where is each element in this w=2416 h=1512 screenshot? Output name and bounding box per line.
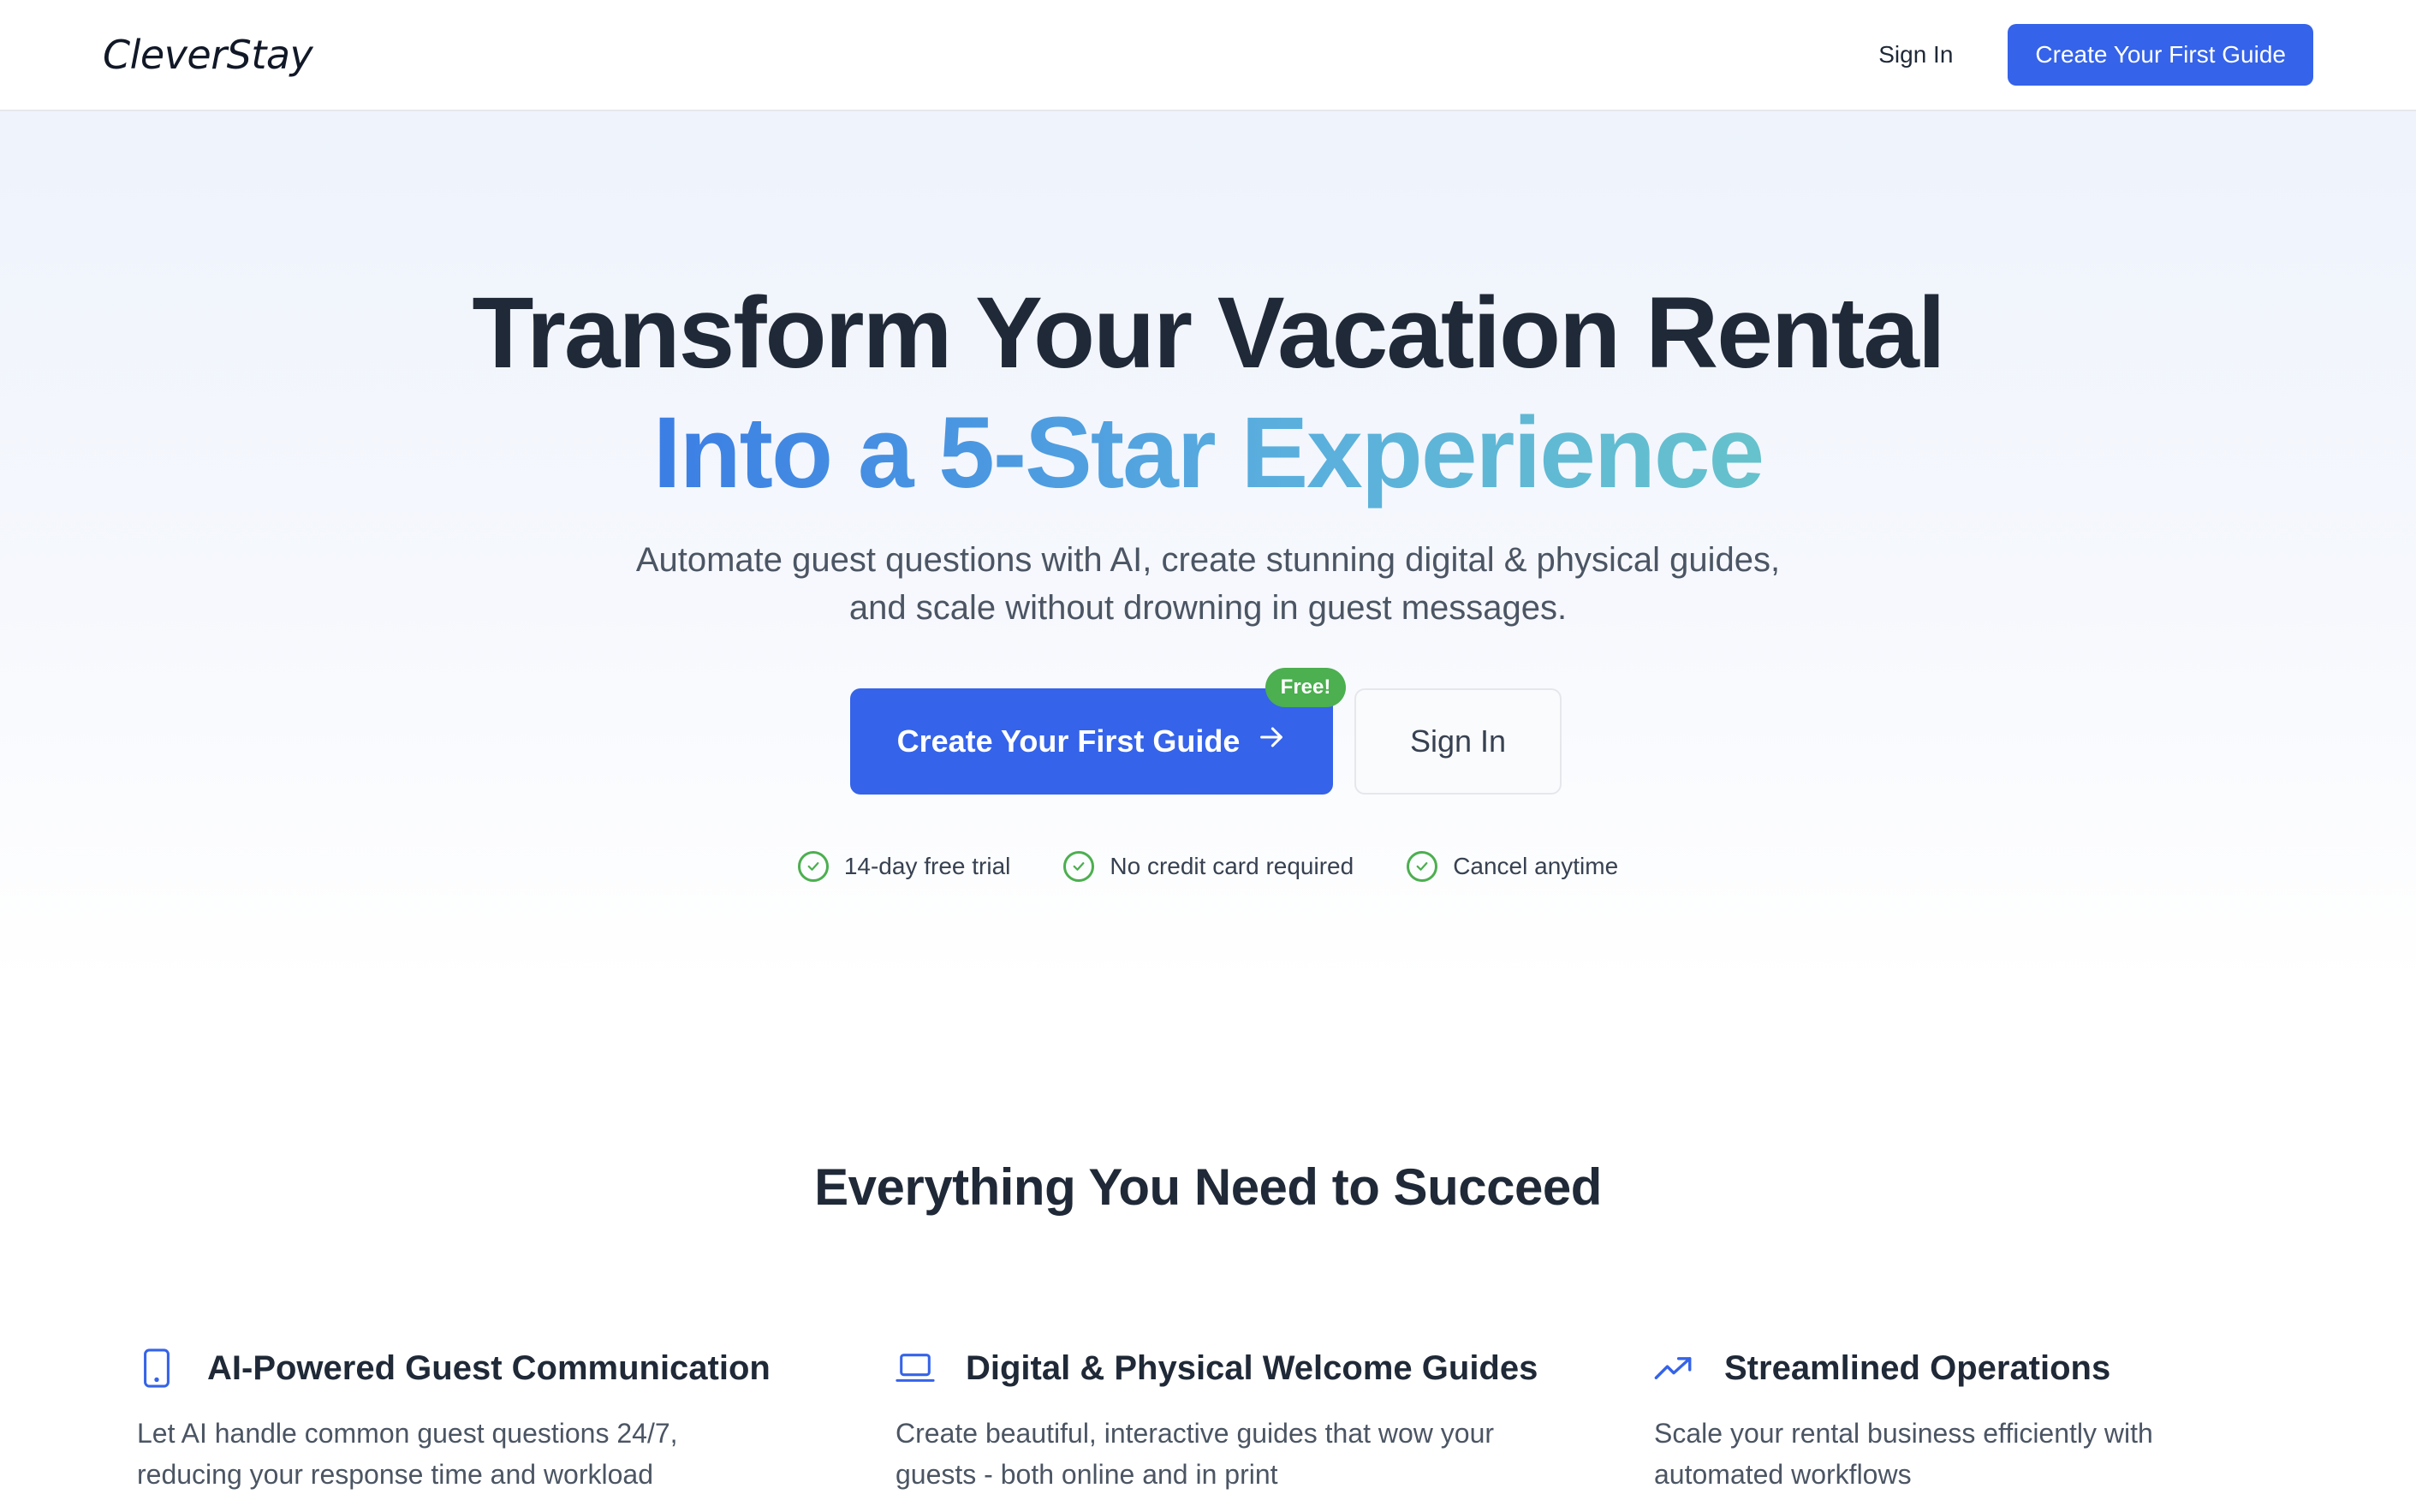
hero-section: Transform Your Vacation Rental Into a 5-… — [0, 111, 2416, 985]
check-label: No credit card required — [1110, 853, 1354, 879]
laptop-icon — [896, 1348, 935, 1388]
feature-header: AI-Powered Guest Communication — [137, 1344, 805, 1392]
free-badge: Free! — [1265, 668, 1346, 707]
check-item-no-card: No credit card required — [1063, 848, 1354, 885]
feature-ai-communication: AI-Powered Guest Communication Let AI ha… — [137, 1344, 805, 1495]
hero-title-gradient-text: Into a 5-Star Experience — [652, 396, 1764, 509]
hero-subtitle-line2: and scale without drowning in guest mess… — [848, 589, 1568, 627]
hero-title-line1: Transform Your Vacation Rental — [472, 277, 1945, 390]
nav-sign-in-link[interactable]: Sign In — [1878, 41, 1953, 68]
check-circle-icon — [797, 851, 829, 882]
hero-sign-in-button[interactable]: Sign In — [1354, 688, 1562, 795]
nav-actions: Sign In Create Your First Guide — [1878, 24, 2313, 86]
feature-description: Let AI handle common guest questions 24/… — [137, 1413, 805, 1495]
check-circle-icon — [1407, 851, 1438, 882]
arrow-right-icon — [1257, 723, 1286, 760]
feature-description: Create beautiful, interactive guides tha… — [896, 1413, 1563, 1495]
check-label: 14-day free trial — [843, 853, 1011, 879]
landing-page: CleverStay Sign In Create Your First Gui… — [0, 0, 2416, 1512]
hero-title-line2: Into a 5-Star Experience — [0, 402, 2416, 503]
nav-create-guide-button[interactable]: Create Your First Guide — [2008, 24, 2313, 86]
check-circle-icon — [1063, 851, 1095, 882]
feature-desc-line1: Scale your rental business efficiently w… — [1654, 1418, 2153, 1449]
feature-welcome-guides: Digital & Physical Welcome Guides Create… — [896, 1344, 1563, 1495]
feature-title: Digital & Physical Welcome Guides — [966, 1348, 1538, 1387]
feature-desc-line2: automated workflows — [1654, 1459, 1912, 1490]
feature-desc-line2: reducing your response time and workload — [137, 1459, 653, 1490]
create-first-guide-button[interactable]: Create Your First Guide — [850, 688, 1333, 795]
feature-title: Streamlined Operations — [1724, 1348, 2111, 1387]
top-nav: CleverStay Sign In Create Your First Gui… — [0, 0, 2416, 111]
feature-streamlined-operations: Streamlined Operations Scale your rental… — [1654, 1344, 2322, 1495]
feature-header: Digital & Physical Welcome Guides — [896, 1344, 1563, 1392]
check-label: Cancel anytime — [1453, 853, 1619, 879]
phone-icon — [137, 1348, 176, 1388]
check-item-trial: 14-day free trial — [797, 848, 1011, 885]
feature-desc-line1: Let AI handle common guest questions 24/… — [137, 1418, 678, 1449]
feature-header: Streamlined Operations — [1654, 1344, 2322, 1392]
check-item-cancel: Cancel anytime — [1407, 848, 1618, 885]
logo[interactable]: CleverStay — [103, 32, 313, 78]
trending-up-icon — [1654, 1348, 1693, 1388]
feature-desc-line2: guests - both online and in print — [896, 1459, 1278, 1490]
feature-desc-line1: Create beautiful, interactive guides tha… — [896, 1418, 1495, 1449]
trust-checklist: 14-day free trial No credit card require… — [0, 848, 2416, 885]
create-first-guide-label: Create Your First Guide — [896, 723, 1241, 759]
hero-subtitle-line1: Automate guest questions with AI, create… — [635, 541, 1781, 579]
feature-description: Scale your rental business efficiently w… — [1654, 1413, 2322, 1495]
features-section-title: Everything You Need to Succeed — [814, 1158, 1602, 1216]
feature-title: AI-Powered Guest Communication — [207, 1348, 771, 1387]
